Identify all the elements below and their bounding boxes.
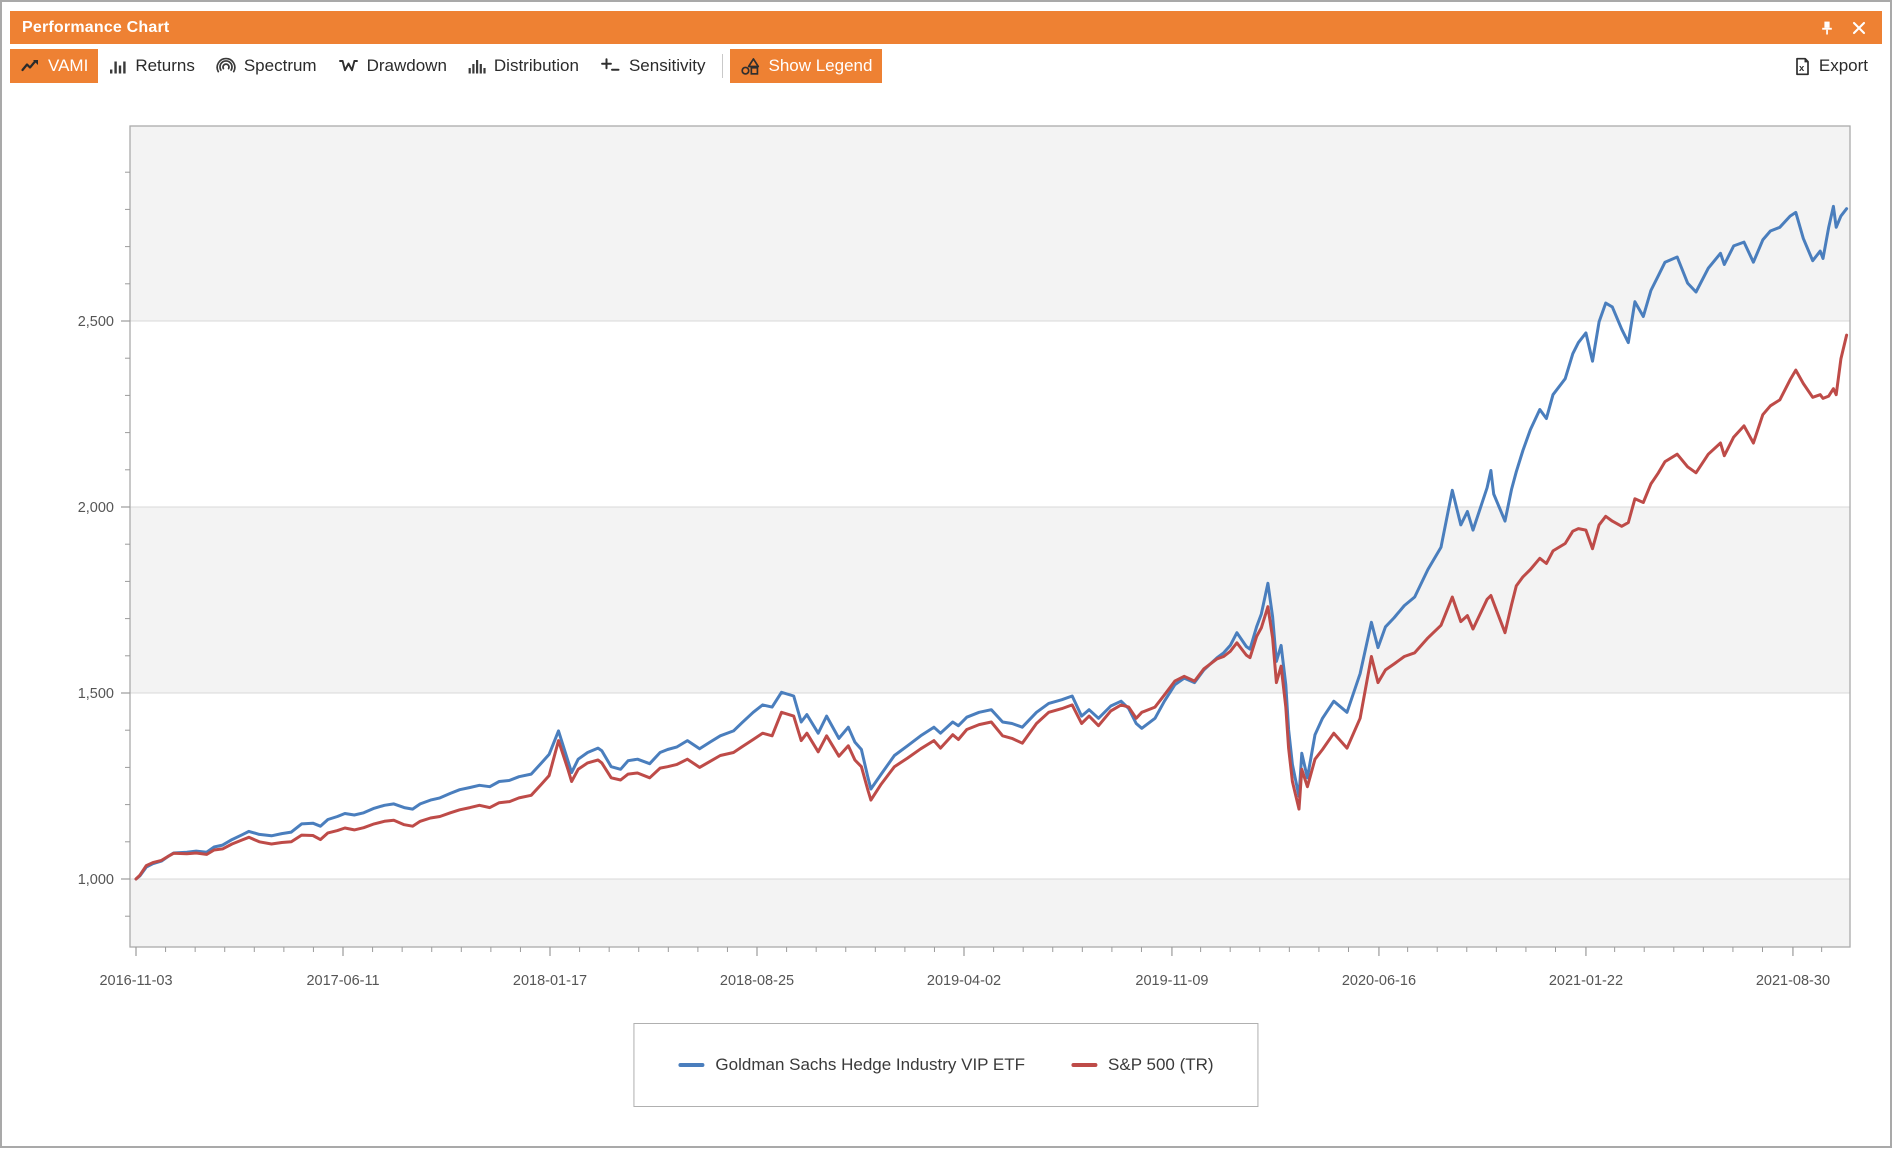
vami-chart-plot[interactable]: 1,000 1,500 2,000 2,500 2016-11-03 2017-06-11… — [2, 2, 1890, 1146]
svg-text:x: x — [1799, 63, 1805, 74]
show-legend-button[interactable]: Show Legend — [730, 49, 882, 83]
svg-text:2019-11-09: 2019-11-09 — [1135, 973, 1208, 989]
svg-text:1,500: 1,500 — [78, 686, 114, 702]
histogram-icon — [467, 56, 487, 76]
legend-swatch-red — [1071, 1063, 1097, 1067]
tab-spectrum[interactable]: Spectrum — [205, 49, 327, 83]
tab-drawdown-label: Drawdown — [367, 56, 447, 76]
bar-chart-icon — [108, 56, 128, 76]
toolbar-separator — [722, 54, 723, 78]
svg-text:2,000: 2,000 — [78, 500, 114, 516]
pin-icon[interactable] — [1818, 19, 1836, 37]
excel-document-icon: x — [1792, 56, 1812, 77]
plus-dash-icon — [599, 56, 622, 76]
chart-legend: Goldman Sachs Hedge Industry VIP ETF S&P… — [633, 1023, 1258, 1107]
svg-text:2018-08-25: 2018-08-25 — [720, 973, 794, 989]
svg-text:2017-06-11: 2017-06-11 — [306, 973, 379, 989]
tab-spectrum-label: Spectrum — [244, 56, 317, 76]
show-legend-label: Show Legend — [768, 56, 872, 76]
tab-sensitivity[interactable]: Sensitivity — [589, 49, 716, 83]
chart-toolbar: VAMI Returns Spectrum Drawdown — [10, 47, 1882, 85]
svg-text:2,500: 2,500 — [78, 314, 114, 330]
svg-text:2019-04-02: 2019-04-02 — [927, 973, 1001, 989]
close-icon[interactable] — [1850, 19, 1868, 37]
svg-text:2021-08-30: 2021-08-30 — [1756, 973, 1830, 989]
tab-returns-label: Returns — [135, 56, 195, 76]
vami-chart-svg[interactable]: 1,000 1,500 2,000 2,500 2016-11-03 2017-06-11… — [2, 2, 1892, 1150]
shapes-icon — [740, 56, 761, 77]
export-button[interactable]: x Export — [1782, 49, 1878, 83]
legend-label-vip-etf: Goldman Sachs Hedge Industry VIP ETF — [715, 1055, 1025, 1075]
legend-swatch-blue — [678, 1063, 704, 1067]
tab-sensitivity-label: Sensitivity — [629, 56, 706, 76]
window-title: Performance Chart — [10, 19, 169, 37]
legend-label-sp500: S&P 500 (TR) — [1108, 1055, 1214, 1075]
svg-text:2018-01-17: 2018-01-17 — [513, 973, 587, 989]
legend-item-vip-etf: Goldman Sachs Hedge Industry VIP ETF — [678, 1055, 1025, 1075]
performance-chart-window: 1,000 1,500 2,000 2,500 2016-11-03 2017-06-11… — [0, 0, 1892, 1148]
legend-item-sp500: S&P 500 (TR) — [1071, 1055, 1214, 1075]
svg-text:2016-11-03: 2016-11-03 — [99, 973, 172, 989]
svg-text:2021-01-22: 2021-01-22 — [1549, 973, 1623, 989]
tab-returns[interactable]: Returns — [98, 49, 205, 83]
valley-w-icon — [337, 56, 360, 76]
concentric-arcs-icon — [215, 56, 237, 76]
tab-drawdown[interactable]: Drawdown — [327, 49, 457, 83]
export-label: Export — [1819, 56, 1868, 76]
tab-distribution-label: Distribution — [494, 56, 579, 76]
svg-text:2020-06-16: 2020-06-16 — [1342, 973, 1416, 989]
svg-text:1,000: 1,000 — [78, 872, 114, 888]
tab-vami[interactable]: VAMI — [10, 49, 98, 83]
tab-distribution[interactable]: Distribution — [457, 49, 589, 83]
x-axis: 2016-11-03 2017-06-11 2018-01-17 2018-08-25… — [99, 947, 1830, 989]
tab-vami-label: VAMI — [48, 56, 88, 76]
trend-line-arrow-icon — [20, 56, 41, 76]
title-bar: Performance Chart — [10, 11, 1882, 44]
y-axis: 1,000 1,500 2,000 2,500 — [78, 172, 130, 916]
